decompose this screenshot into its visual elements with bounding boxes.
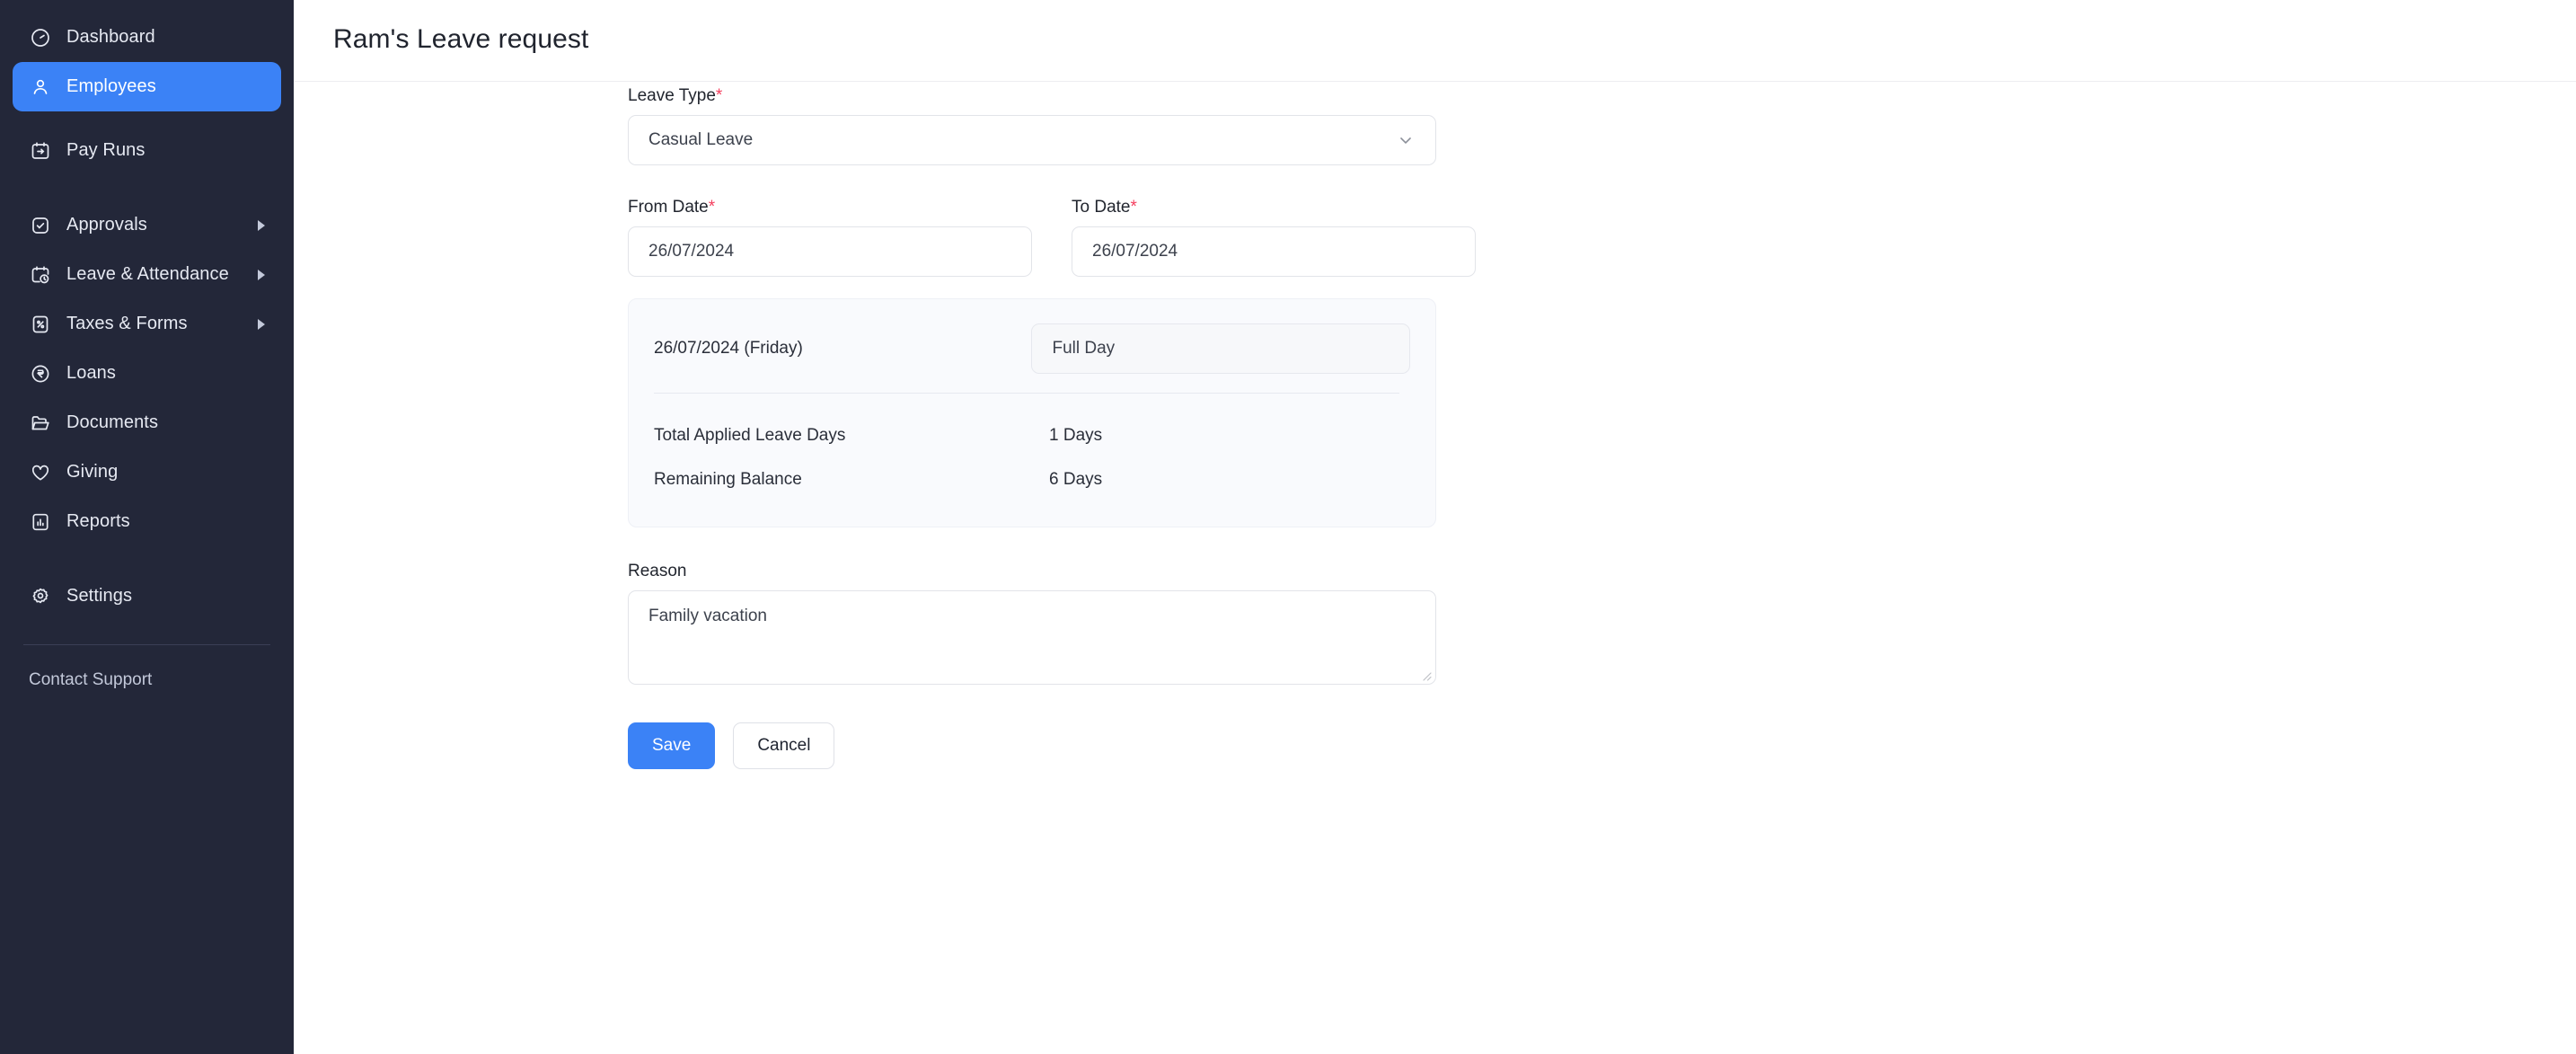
to-date-label: To Date* [1072, 198, 1137, 217]
from-date-label-text: From Date [628, 198, 709, 217]
sidebar-item-label: Leave & Attendance [66, 264, 229, 284]
save-button[interactable]: Save [628, 722, 716, 769]
cancel-button[interactable]: Cancel [733, 722, 835, 769]
sidebar-item-reports[interactable]: Reports [13, 497, 281, 546]
leave-day-date: 26/07/2024 (Friday) [654, 339, 803, 358]
leave-summary: Total Applied Leave Days 1 Days Remainin… [654, 413, 1410, 501]
sidebar-item-loans[interactable]: Loans [13, 349, 281, 398]
sidebar-item-documents[interactable]: Documents [13, 398, 281, 447]
from-date-value: 26/07/2024 [648, 242, 735, 261]
leave-type-label-text: Leave Type [628, 86, 716, 105]
bar-chart-icon [29, 510, 52, 534]
reason-textarea[interactable]: Family vacation [628, 590, 1436, 685]
app-root: Dashboard Employees Pay Runs Approvals L… [0, 0, 2576, 1054]
to-date-value: 26/07/2024 [1092, 242, 1178, 261]
from-date-input[interactable]: 26/07/2024 [628, 226, 1032, 277]
sidebar-item-label: Pay Runs [66, 140, 146, 160]
sidebar-item-employees[interactable]: Employees [13, 62, 281, 111]
heart-icon [29, 461, 52, 484]
required-asterisk: * [1130, 198, 1137, 217]
sidebar-item-dashboard[interactable]: Dashboard [13, 13, 281, 62]
total-applied-days-value: 1 Days [1049, 425, 1103, 445]
required-asterisk: * [708, 198, 716, 217]
from-date-label: From Date* [628, 198, 715, 217]
sidebar-item-approvals[interactable]: Approvals [13, 200, 281, 250]
required-asterisk: * [715, 86, 723, 105]
leave-day-row: 26/07/2024 (Friday) Full Day [654, 321, 1410, 376]
leave-day-duration-select[interactable]: Full Day [1031, 323, 1410, 374]
gear-icon [29, 585, 52, 608]
reason-value: Family vacation [648, 607, 767, 625]
summary-row: Total Applied Leave Days 1 Days [654, 413, 1410, 457]
contact-support-link[interactable]: Contact Support [0, 645, 294, 690]
remaining-balance-label: Remaining Balance [654, 469, 802, 489]
sidebar-item-label: Employees [66, 76, 156, 96]
sidebar-nav: Dashboard Employees Pay Runs Approvals L… [0, 13, 294, 621]
main-content: Ram's Leave request Leave Type* Casual L… [294, 0, 2576, 1054]
total-applied-days-label: Total Applied Leave Days [654, 425, 846, 445]
rupee-circle-icon [29, 362, 52, 385]
resize-handle-icon[interactable] [1419, 669, 1432, 681]
chevron-right-icon [258, 318, 265, 330]
sidebar-item-label: Taxes & Forms [66, 314, 188, 333]
to-date-input[interactable]: 26/07/2024 [1072, 226, 1476, 277]
page-title: Ram's Leave request [333, 24, 589, 54]
to-date-field: To Date* 26/07/2024 [1072, 198, 1476, 277]
leave-days-card: 26/07/2024 (Friday) Full Day Total Appli… [628, 298, 1436, 527]
gauge-icon [29, 26, 52, 49]
leave-type-value: Casual Leave [648, 130, 754, 149]
chevron-down-icon [1396, 130, 1416, 150]
card-divider [654, 393, 1399, 394]
folder-icon [29, 412, 52, 435]
form-actions: Save Cancel [628, 722, 2576, 769]
calendar-arrow-icon [29, 139, 52, 163]
leave-type-label: Leave Type* [628, 86, 722, 106]
to-date-label-text: To Date [1072, 198, 1131, 217]
sidebar-item-settings[interactable]: Settings [13, 571, 281, 621]
date-range-row: From Date* 26/07/2024 To Date* 26/07/202… [628, 198, 2576, 277]
sidebar-item-label: Loans [66, 363, 116, 383]
leave-day-duration-value: Full Day [1052, 339, 1116, 358]
sidebar-item-label: Approvals [66, 215, 147, 235]
sidebar-item-label: Reports [66, 511, 130, 531]
sidebar-item-taxes-forms[interactable]: Taxes & Forms [13, 299, 281, 349]
remaining-balance-value: 6 Days [1049, 469, 1103, 489]
chevron-right-icon [258, 269, 265, 280]
header-divider [294, 81, 2576, 82]
reason-label: Reason [628, 562, 687, 580]
sidebar-item-label: Settings [66, 586, 133, 606]
sidebar: Dashboard Employees Pay Runs Approvals L… [0, 0, 294, 1054]
leave-type-field: Leave Type* Casual Leave [628, 86, 2576, 165]
sidebar-item-label: Dashboard [66, 27, 155, 47]
leave-request-form: Leave Type* Casual Leave From Date* 26/0… [294, 86, 2576, 769]
summary-row: Remaining Balance 6 Days [654, 457, 1410, 501]
sidebar-item-giving[interactable]: Giving [13, 447, 281, 497]
sidebar-item-label: Documents [66, 412, 159, 432]
calendar-clock-icon [29, 263, 52, 287]
sidebar-item-pay-runs[interactable]: Pay Runs [13, 126, 281, 175]
check-square-icon [29, 214, 52, 237]
from-date-field: From Date* 26/07/2024 [628, 198, 1032, 277]
leave-type-select[interactable]: Casual Leave [628, 115, 1436, 165]
chevron-right-icon [258, 219, 265, 231]
sidebar-item-leave-attendance[interactable]: Leave & Attendance [13, 250, 281, 299]
reason-field: Reason Family vacation [628, 562, 2576, 685]
sidebar-item-label: Giving [66, 462, 119, 482]
percent-file-icon [29, 313, 52, 336]
user-icon [29, 75, 52, 99]
